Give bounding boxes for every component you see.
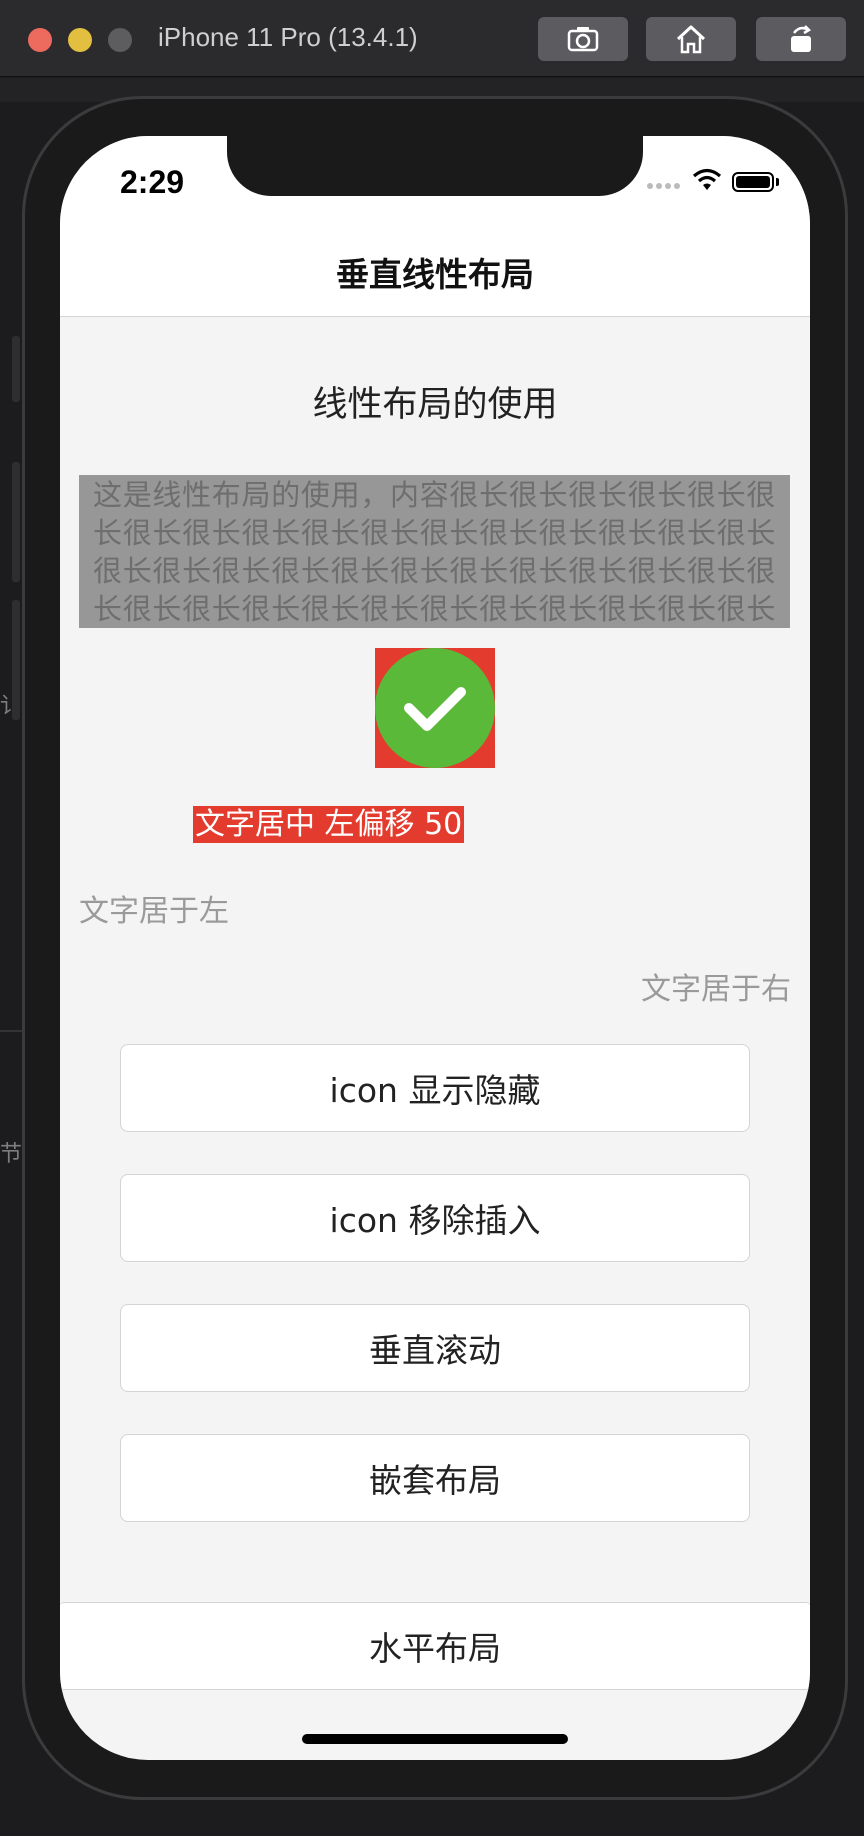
home-indicator	[302, 1734, 568, 1744]
signal-icon	[647, 183, 680, 189]
rotate-button[interactable]	[756, 17, 846, 61]
nested-layout-button[interactable]: 嵌套布局	[120, 1434, 750, 1522]
volume-up-button	[12, 462, 20, 582]
silent-switch	[12, 336, 20, 402]
status-time: 2:29	[120, 164, 185, 200]
status-bar: 2:29	[60, 136, 810, 228]
editor-divider	[0, 1030, 22, 1032]
close-window-button[interactable]	[28, 28, 52, 52]
icon-remove-insert-button[interactable]: icon 移除插入	[120, 1174, 750, 1262]
simulator-title: iPhone 11 Pro (13.4.1)	[158, 22, 418, 52]
wifi-icon	[692, 168, 722, 190]
icon-show-hide-label: icon 显示隐藏	[329, 1071, 541, 1110]
section-title: 线性布局的使用	[312, 385, 558, 425]
simulator-title-bar: iPhone 11 Pro (13.4.1)	[0, 0, 864, 77]
background-char-2: 节	[0, 1141, 23, 1166]
icon-remove-insert-label: icon 移除插入	[329, 1201, 541, 1240]
minimize-window-button[interactable]	[68, 28, 92, 52]
notch	[227, 136, 643, 196]
horizontal-layout-label: 水平布局	[369, 1629, 501, 1668]
right-aligned-label: 文字居于右	[641, 972, 791, 1007]
icon-container	[375, 648, 495, 768]
rotate-icon	[791, 25, 812, 52]
screenshot-icon	[567, 27, 599, 52]
vertical-scroll-label: 垂直滚动	[369, 1331, 501, 1370]
phone-screen: 2:29 垂直线性布局 线性布局的使用 这是线性布局的使用，内容很长很长很长很长…	[60, 136, 810, 1760]
volume-down-button	[12, 600, 20, 720]
check-circle-icon	[375, 648, 495, 768]
vertical-scroll-button[interactable]: 垂直滚动	[120, 1304, 750, 1392]
left-aligned-label: 文字居于左	[79, 894, 229, 929]
navigation-bar: 垂直线性布局	[60, 228, 810, 317]
nav-title: 垂直线性布局	[336, 255, 534, 294]
icon-show-hide-button[interactable]: icon 显示隐藏	[120, 1044, 750, 1132]
long-text-block: 这是线性布局的使用，内容很长很长很长很长很长很长很长很长很长很长很长很长很长很长…	[79, 475, 790, 628]
zoom-window-button[interactable]	[108, 28, 132, 52]
centered-offset-label: 文字居中 左偏移 50	[193, 806, 465, 843]
battery-cap	[776, 178, 779, 186]
screenshot-button[interactable]	[538, 17, 628, 61]
home-icon	[676, 25, 706, 54]
home-button[interactable]	[646, 17, 736, 61]
battery-icon	[732, 172, 774, 192]
nested-layout-label: 嵌套布局	[369, 1461, 501, 1500]
horizontal-layout-button[interactable]: 水平布局	[60, 1602, 810, 1690]
